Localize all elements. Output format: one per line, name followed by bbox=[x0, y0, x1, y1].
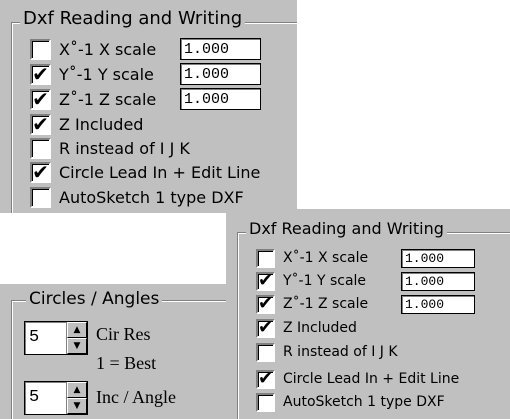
z-included-label: Z Included bbox=[283, 320, 357, 336]
z-flip-checkbox[interactable]: ✔ bbox=[256, 293, 275, 314]
z-scale-row: ✔ Z˚-1 Z scale 1.000 bbox=[0, 87, 261, 111]
z-included-checkbox[interactable]: ✔ bbox=[256, 317, 275, 338]
checkmark-icon: ✔ bbox=[257, 317, 274, 338]
spin-down-icon[interactable]: ▼ bbox=[67, 338, 87, 354]
x-scale-input[interactable]: 1.000 bbox=[180, 38, 261, 60]
y-scale-label: Y˚-1 Y scale bbox=[283, 273, 367, 289]
z-included-row: ✔ Z Included bbox=[0, 112, 143, 136]
x-scale-row: X˚-1 X scale 1.000 bbox=[0, 37, 261, 61]
autosketch-checkbox[interactable] bbox=[30, 186, 51, 208]
inc-angle-spinbox[interactable]: 5 ▲ ▼ bbox=[24, 381, 88, 415]
r-instead-label: R instead of I J K bbox=[283, 344, 398, 360]
y-scale-row: ✔ Y˚-1 Y scale 1.000 bbox=[226, 270, 475, 292]
checkmark-icon: ✔ bbox=[257, 293, 274, 314]
dxf-group-title: Dxf Reading and Writing bbox=[246, 219, 447, 239]
x-scale-row: X˚-1 X scale 1.000 bbox=[226, 247, 475, 269]
autosketch-row: AutoSketch 1 type DXF bbox=[226, 391, 445, 413]
y-scale-row: ✔ Y˚-1 Y scale 1.000 bbox=[0, 62, 261, 86]
checkmark-icon: ✔ bbox=[32, 112, 49, 136]
circle-lead-checkbox[interactable]: ✔ bbox=[30, 160, 51, 184]
checkmark-icon: ✔ bbox=[257, 270, 274, 291]
z-scale-label: Z˚-1 Z scale bbox=[283, 296, 369, 312]
circle-lead-label: Circle Lead In + Edit Line bbox=[283, 371, 460, 387]
cir-res-value[interactable]: 5 bbox=[25, 322, 66, 354]
cir-res-spinbox[interactable]: 5 ▲ ▼ bbox=[24, 321, 88, 355]
spin-up-icon[interactable]: ▲ bbox=[67, 322, 87, 338]
spin-down-icon[interactable]: ▼ bbox=[67, 398, 87, 414]
z-scale-label: Z˚-1 Z scale bbox=[59, 89, 157, 109]
best-note: 1 = Best bbox=[96, 353, 157, 373]
cir-res-label: Cir Res bbox=[96, 324, 151, 344]
y-flip-checkbox[interactable]: ✔ bbox=[256, 270, 275, 291]
circle-lead-row: ✔ Circle Lead In + Edit Line bbox=[226, 368, 459, 390]
x-scale-label: X˚-1 X scale bbox=[283, 250, 369, 266]
z-scale-input[interactable]: 1.000 bbox=[401, 294, 475, 314]
z-scale-input[interactable]: 1.000 bbox=[180, 88, 261, 110]
r-instead-checkbox[interactable] bbox=[256, 342, 275, 362]
inc-angle-value[interactable]: 5 bbox=[25, 382, 66, 414]
z-scale-row: ✔ Z˚-1 Z scale 1.000 bbox=[226, 293, 475, 315]
x-flip-checkbox[interactable] bbox=[256, 248, 275, 268]
r-instead-row: R instead of I J K bbox=[226, 341, 398, 363]
z-flip-checkbox[interactable]: ✔ bbox=[30, 87, 51, 111]
circle-lead-checkbox[interactable]: ✔ bbox=[256, 368, 275, 389]
dxf-panel-large: Dxf Reading and Writing X˚-1 X scale 1.0… bbox=[0, 0, 297, 213]
inc-angle-label: Inc / Angle bbox=[96, 387, 176, 407]
spin-up-icon[interactable]: ▲ bbox=[67, 382, 87, 398]
x-scale-label: X˚-1 X scale bbox=[59, 39, 157, 59]
autosketch-checkbox[interactable] bbox=[256, 392, 275, 412]
circles-angles-panel: Circles / Angles 5 ▲ ▼ Cir Res 1 = Best … bbox=[0, 284, 226, 419]
y-scale-input[interactable]: 1.000 bbox=[401, 271, 475, 291]
x-scale-input[interactable]: 1.000 bbox=[401, 248, 475, 268]
circles-group-title: Circles / Angles bbox=[26, 288, 163, 310]
autosketch-label: AutoSketch 1 type DXF bbox=[283, 394, 445, 410]
circle-lead-label: Circle Lead In + Edit Line bbox=[59, 162, 261, 182]
z-included-checkbox[interactable]: ✔ bbox=[30, 112, 51, 136]
autosketch-label: AutoSketch 1 type DXF bbox=[59, 187, 244, 207]
z-included-row: ✔ Z Included bbox=[226, 317, 357, 339]
dxf-panel-small: Dxf Reading and Writing X˚-1 X scale 1.0… bbox=[226, 209, 510, 419]
r-instead-row: R instead of I J K bbox=[0, 136, 190, 160]
checkmark-icon: ✔ bbox=[32, 87, 49, 111]
dxf-group-title: Dxf Reading and Writing bbox=[20, 8, 246, 30]
y-scale-label: Y˚-1 Y scale bbox=[59, 64, 154, 84]
circle-lead-row: ✔ Circle Lead In + Edit Line bbox=[0, 160, 260, 184]
y-scale-input[interactable]: 1.000 bbox=[180, 63, 261, 85]
x-flip-checkbox[interactable] bbox=[30, 38, 51, 60]
y-flip-checkbox[interactable]: ✔ bbox=[30, 62, 51, 86]
r-instead-label: R instead of I J K bbox=[59, 138, 190, 158]
checkmark-icon: ✔ bbox=[32, 62, 49, 86]
r-instead-checkbox[interactable] bbox=[30, 137, 51, 159]
z-included-label: Z Included bbox=[59, 114, 144, 134]
checkmark-icon: ✔ bbox=[32, 160, 49, 184]
autosketch-row: AutoSketch 1 type DXF bbox=[0, 185, 244, 209]
checkmark-icon: ✔ bbox=[257, 368, 274, 389]
